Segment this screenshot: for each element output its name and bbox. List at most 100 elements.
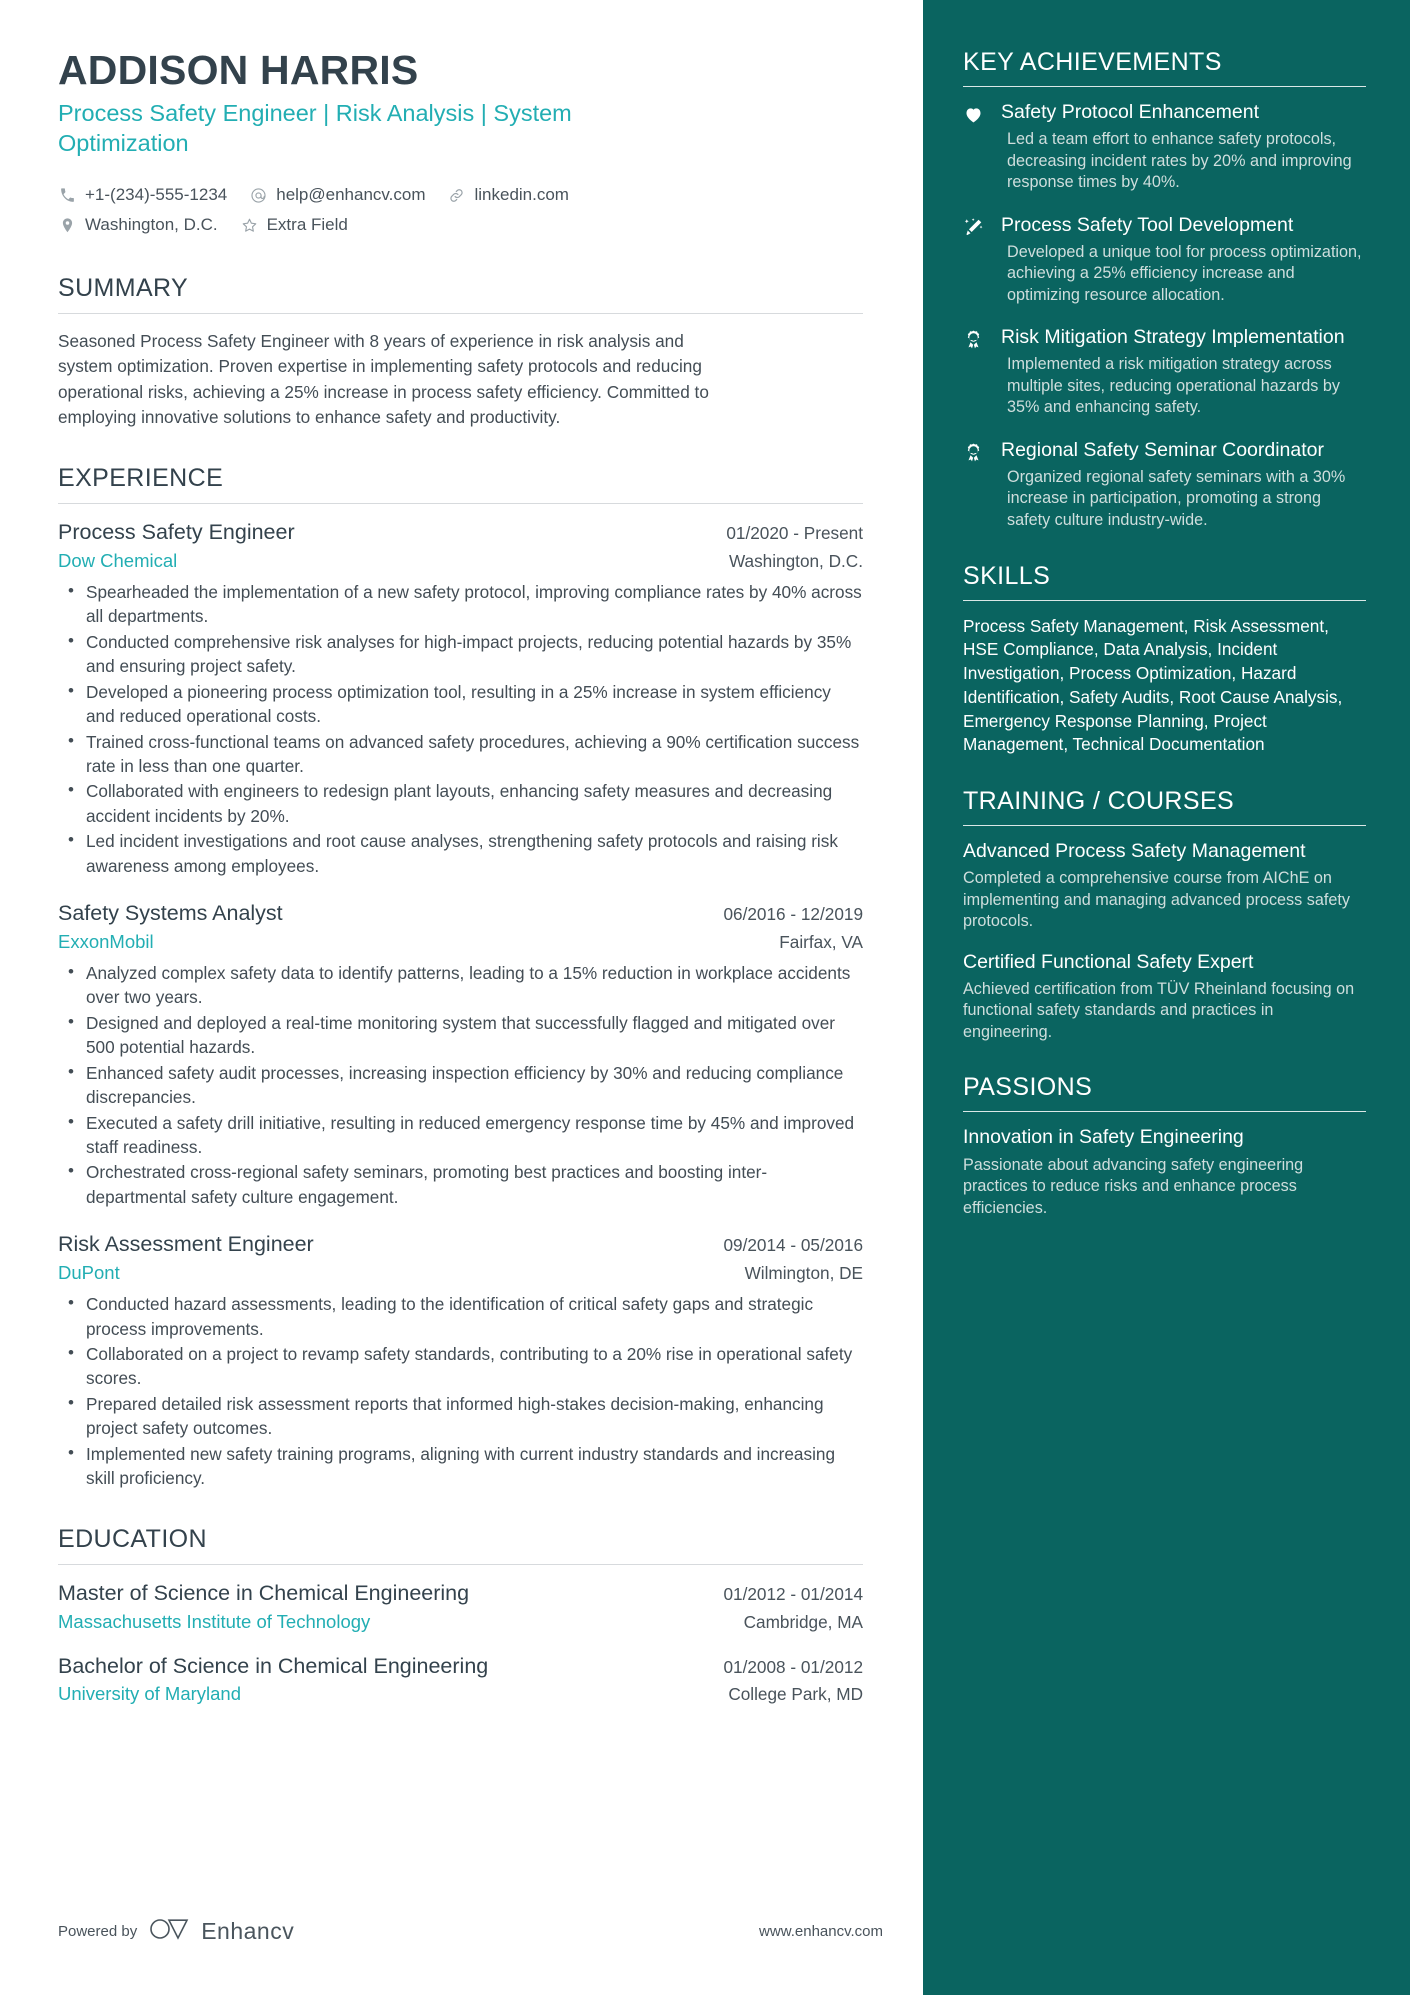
- enhancv-logo-icon: [149, 1916, 191, 1947]
- passions-title: PASSIONS: [963, 1073, 1093, 1102]
- course-item: Advanced Process Safety Management Compl…: [963, 840, 1366, 933]
- contact-location[interactable]: Washington, D.C.: [58, 210, 218, 240]
- course-title: Certified Functional Safety Expert: [963, 950, 1254, 973]
- training-divider: [963, 824, 1366, 826]
- education-entry-sub: University of Maryland College Park, MD: [58, 1683, 863, 1705]
- enhancv-brand: Enhancv: [149, 1916, 294, 1947]
- job-bullet: Collaborated on a project to revamp safe…: [68, 1341, 863, 1391]
- award-ribbon-icon: [963, 439, 989, 532]
- job-date: 06/2016 - 12/2019: [723, 904, 863, 925]
- phone-icon: [58, 186, 77, 205]
- achievement-item: Process Safety Tool Development Develope…: [963, 214, 1366, 307]
- achievement-body: Regional Safety Seminar Coordinator Orga…: [1001, 439, 1366, 532]
- school-name: Massachusetts Institute of Technology: [58, 1610, 371, 1632]
- course-desc: Achieved certification from TÜV Rheinlan…: [963, 979, 1355, 1041]
- heart-icon: [963, 101, 989, 194]
- achievement-item: Risk Mitigation Strategy Implementation …: [963, 326, 1366, 419]
- main-column: ADDISON HARRIS Process Safety Engineer |…: [0, 0, 923, 1995]
- contact-row-2: Washington, D.C. Extra Field: [58, 210, 698, 240]
- skills-section: SKILLS Process Safety Management, Risk A…: [963, 562, 1366, 757]
- education-divider: [58, 1563, 863, 1565]
- education-entry-head: Master of Science in Chemical Engineerin…: [58, 1580, 863, 1608]
- job-location: Washington, D.C.: [728, 551, 863, 572]
- education-entry-head: Bachelor of Science in Chemical Engineer…: [58, 1653, 863, 1681]
- contact-linkedin[interactable]: linkedin.com: [447, 180, 569, 210]
- key-achievements-divider: [963, 86, 1366, 87]
- page-footer: Powered by Enhancv www.enhancv.com: [58, 1916, 883, 1947]
- achievement-desc: Led a team effort to enhance safety prot…: [1007, 130, 1352, 192]
- page-title: ADDISON HARRIS: [58, 47, 419, 93]
- summary-divider: [58, 312, 863, 314]
- experience-divider: [58, 503, 863, 505]
- job-bullet: Conducted comprehensive risk analyses fo…: [68, 629, 863, 679]
- achievement-title: Process Safety Tool Development: [1001, 213, 1294, 236]
- education-entry: Master of Science in Chemical Engineerin…: [58, 1580, 863, 1633]
- passions-divider: [963, 1111, 1366, 1113]
- job-title: Risk Assessment Engineer: [58, 1232, 314, 1257]
- degree-date: 01/2008 - 01/2012: [723, 1656, 863, 1677]
- powered-by-block: Powered by Enhancv: [58, 1916, 294, 1947]
- job-date: 09/2014 - 05/2016: [723, 1235, 863, 1256]
- achievement-item: Regional Safety Seminar Coordinator Orga…: [963, 439, 1366, 532]
- job-title: Process Safety Engineer: [58, 520, 295, 545]
- school-location: Cambridge, MA: [743, 1611, 863, 1632]
- contact-email[interactable]: help@enhancv.com: [249, 180, 425, 210]
- magic-wand-icon: [963, 214, 989, 307]
- course-desc: Completed a comprehensive course from AI…: [963, 868, 1350, 931]
- achievement-item: Safety Protocol Enhancement Led a team e…: [963, 101, 1366, 194]
- footer-url[interactable]: www.enhancv.com: [759, 1923, 883, 1940]
- experience-entry-head: Safety Systems Analyst 06/2016 - 12/2019: [58, 900, 863, 928]
- job-bullet: Analyzed complex safety data to identify…: [68, 960, 863, 1010]
- job-bullet: Collaborated with engineers to redesign …: [68, 778, 863, 828]
- contact-list: +1-(234)-555-1234 help@enhancv.com linke…: [58, 180, 698, 240]
- experience-entry-head: Process Safety Engineer 01/2020 - Presen…: [58, 519, 863, 547]
- job-bullets: Analyzed complex safety data to identify…: [58, 960, 863, 1209]
- summary-text: Seasoned Process Safety Engineer with 8 …: [58, 330, 709, 427]
- skills-text: Process Safety Management, Risk Assessme…: [963, 615, 1343, 755]
- location-icon: [58, 216, 77, 235]
- enhancv-wordmark: Enhancv: [201, 1918, 295, 1944]
- job-bullets: Spearheaded the implementation of a new …: [58, 579, 863, 878]
- powered-by-label: Powered by: [58, 1923, 138, 1940]
- job-title: Safety Systems Analyst: [58, 901, 283, 926]
- contact-phone[interactable]: +1-(234)-555-1234: [58, 180, 227, 210]
- achievement-body: Safety Protocol Enhancement Led a team e…: [1001, 101, 1366, 194]
- passions-section: PASSIONS Innovation in Safety Engineerin…: [963, 1073, 1366, 1219]
- education-entry-sub: Massachusetts Institute of Technology Ca…: [58, 1611, 863, 1633]
- experience-entry: Risk Assessment Engineer 09/2014 - 05/20…: [58, 1231, 863, 1490]
- achievement-title: Regional Safety Seminar Coordinator: [1001, 438, 1325, 461]
- job-bullet: Prepared detailed risk assessment report…: [68, 1391, 863, 1441]
- experience-section: EXPERIENCE Process Safety Engineer 01/20…: [58, 464, 863, 1490]
- job-location: Fairfax, VA: [779, 932, 863, 953]
- job-company: DuPont: [58, 1262, 120, 1284]
- job-company: ExxonMobil: [58, 931, 154, 953]
- achievement-body: Risk Mitigation Strategy Implementation …: [1001, 326, 1366, 419]
- experience-entry-head: Risk Assessment Engineer 09/2014 - 05/20…: [58, 1231, 863, 1259]
- sidebar: KEY ACHIEVEMENTS Safety Protocol Enhance…: [923, 0, 1410, 1995]
- achievement-title: Risk Mitigation Strategy Implementation: [1001, 326, 1345, 349]
- achievement-title: Safety Protocol Enhancement: [1001, 101, 1259, 123]
- contact-extra-field-text: Extra Field: [266, 215, 348, 235]
- degree-title: Master of Science in Chemical Engineerin…: [58, 1580, 470, 1605]
- skills-title: SKILLS: [963, 561, 1051, 590]
- contact-location-text: Washington, D.C.: [85, 215, 218, 235]
- experience-entry-sub: Dow Chemical Washington, D.C.: [58, 550, 863, 572]
- job-bullet: Trained cross-functional teams on advanc…: [68, 729, 863, 779]
- contact-extra-field[interactable]: Extra Field: [240, 210, 348, 240]
- award-ribbon-icon: [963, 326, 989, 419]
- contact-phone-text: +1-(234)-555-1234: [85, 185, 228, 205]
- link-icon: [447, 186, 466, 205]
- job-bullet: Designed and deployed a real-time monito…: [68, 1010, 863, 1060]
- school-name: University of Maryland: [58, 1683, 242, 1705]
- email-icon: [249, 186, 268, 205]
- passion-title: Innovation in Safety Engineering: [963, 1126, 1244, 1149]
- education-section: EDUCATION Master of Science in Chemical …: [58, 1525, 863, 1706]
- degree-date: 01/2012 - 01/2014: [723, 1583, 863, 1604]
- experience-entry-sub: DuPont Wilmington, DE: [58, 1262, 863, 1284]
- school-location: College Park, MD: [728, 1684, 863, 1705]
- degree-title: Bachelor of Science in Chemical Engineer…: [58, 1653, 489, 1678]
- job-bullet: Enhanced safety audit processes, increas…: [68, 1060, 863, 1110]
- achievement-desc: Developed a unique tool for process opti…: [1007, 242, 1362, 304]
- job-bullet: Conducted hazard assessments, leading to…: [68, 1291, 863, 1341]
- contact-email-text: help@enhancv.com: [276, 185, 426, 205]
